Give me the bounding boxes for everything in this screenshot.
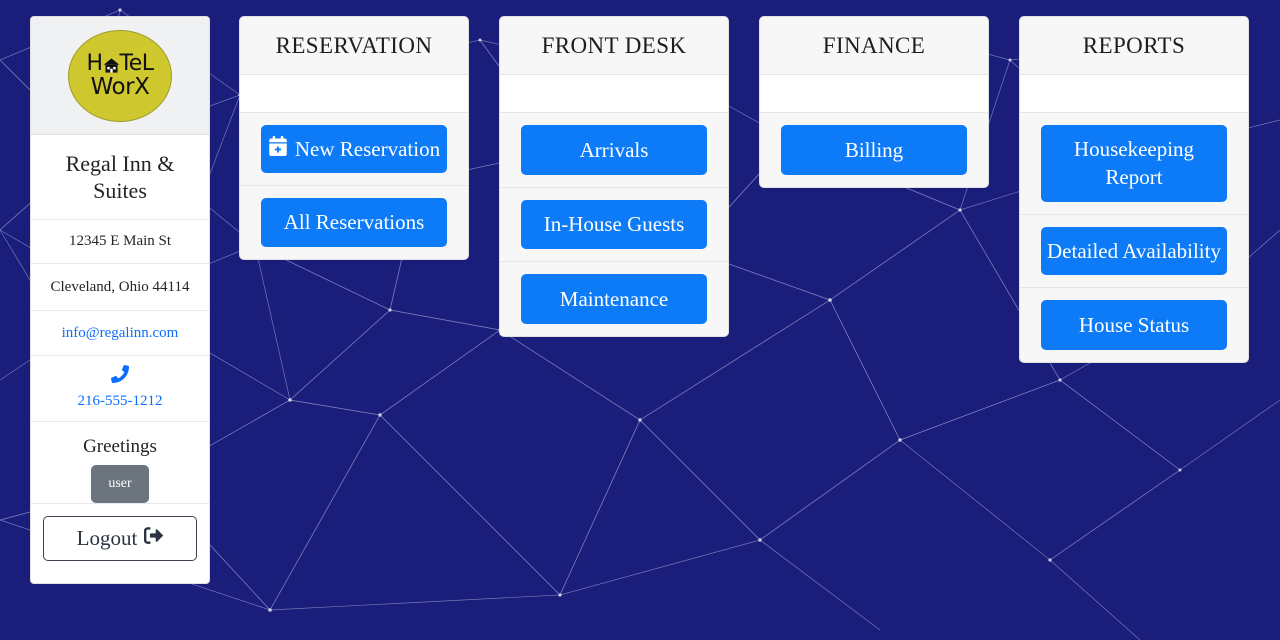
card-title: RESERVATION [240, 17, 468, 75]
card-item: Maintenance [500, 262, 728, 336]
hotel-city-state-zip: Cleveland, Ohio 44114 [31, 264, 209, 311]
housekeeping-report-button[interactable]: Housekeeping Report [1041, 125, 1227, 202]
hotel-street-address: 12345 E Main St [31, 220, 209, 264]
phone-icon [39, 364, 201, 388]
logout-row: Logout [31, 504, 209, 583]
button-label: Housekeeping Report [1073, 137, 1195, 190]
button-label: House Status [1078, 313, 1190, 338]
brand-logo: H TeL WorX [31, 17, 209, 135]
card-reports: REPORTS Housekeeping Report Detailed Ava… [1019, 16, 1249, 364]
hotel-name: Regal Inn & Suites [31, 135, 209, 220]
card-title: FINANCE [760, 17, 988, 75]
button-label: Maintenance [559, 286, 669, 311]
button-label: Detailed Availability [1047, 238, 1221, 263]
new-reservation-button[interactable]: New Reservation [261, 125, 447, 174]
hotel-phone-row: 216-555-1212 [31, 356, 209, 422]
card-finance: FINANCE Billing [759, 16, 989, 189]
hotel-house-icon [103, 57, 120, 74]
sign-out-icon [144, 526, 164, 551]
card-item: Arrivals [500, 113, 728, 189]
logo-text-line2: WorX [90, 73, 150, 100]
card-item: Housekeeping Report [1020, 113, 1248, 215]
card-item: House Status [1020, 288, 1248, 362]
in-house-guests-button[interactable]: In-House Guests [521, 200, 707, 249]
card-item: New Reservation [240, 113, 468, 187]
button-label: In-House Guests [543, 212, 685, 237]
logo-ellipse: H TeL WorX [68, 29, 172, 122]
phone-link[interactable]: 216-555-1212 [78, 393, 163, 409]
card-title: REPORTS [1020, 17, 1248, 75]
logout-button[interactable]: Logout [43, 515, 197, 561]
card-reservation: RESERVATION New Reservation All Reservat… [239, 16, 469, 260]
card-item: Billing [760, 113, 988, 187]
button-label: New Reservation [294, 137, 441, 161]
detailed-availability-button[interactable]: Detailed Availability [1041, 226, 1227, 276]
hotel-email-row: info@regalinn.com [31, 311, 209, 356]
arrivals-button[interactable]: Arrivals [521, 125, 707, 176]
card-front-desk: FRONT DESK Arrivals In-House Guests Main… [499, 16, 729, 338]
greetings-row: Greetings user [31, 422, 209, 504]
house-status-button[interactable]: House Status [1041, 300, 1227, 351]
email-link[interactable]: info@regalinn.com [62, 325, 179, 341]
card-item: Detailed Availability [1020, 215, 1248, 289]
card-item: All Reservations [240, 186, 468, 258]
card-blank-row [1020, 75, 1248, 113]
billing-button[interactable]: Billing [781, 125, 967, 176]
user-badge: user [91, 464, 149, 503]
greetings-label: Greetings [83, 435, 157, 457]
all-reservations-button[interactable]: All Reservations [261, 198, 447, 247]
button-label: Billing [844, 138, 904, 162]
logout-button-label: Logout [76, 525, 138, 550]
logo-letter-h: H [86, 50, 103, 76]
card-item: In-House Guests [500, 188, 728, 262]
button-label: Arrivals [579, 138, 649, 162]
card-title: FRONT DESK [500, 17, 728, 75]
card-blank-row [760, 75, 988, 113]
card-blank-row [500, 75, 728, 113]
calendar-plus-icon [268, 135, 288, 163]
card-blank-row [240, 75, 468, 113]
logo-text-line1: H TeL [86, 50, 155, 76]
logo-text-tel: TeL [119, 50, 155, 76]
sidebar-panel: H TeL WorX Regal Inn & Suites 12345 E Ma… [30, 16, 210, 584]
maintenance-button[interactable]: Maintenance [521, 273, 707, 325]
button-label: All Reservations [283, 210, 425, 235]
